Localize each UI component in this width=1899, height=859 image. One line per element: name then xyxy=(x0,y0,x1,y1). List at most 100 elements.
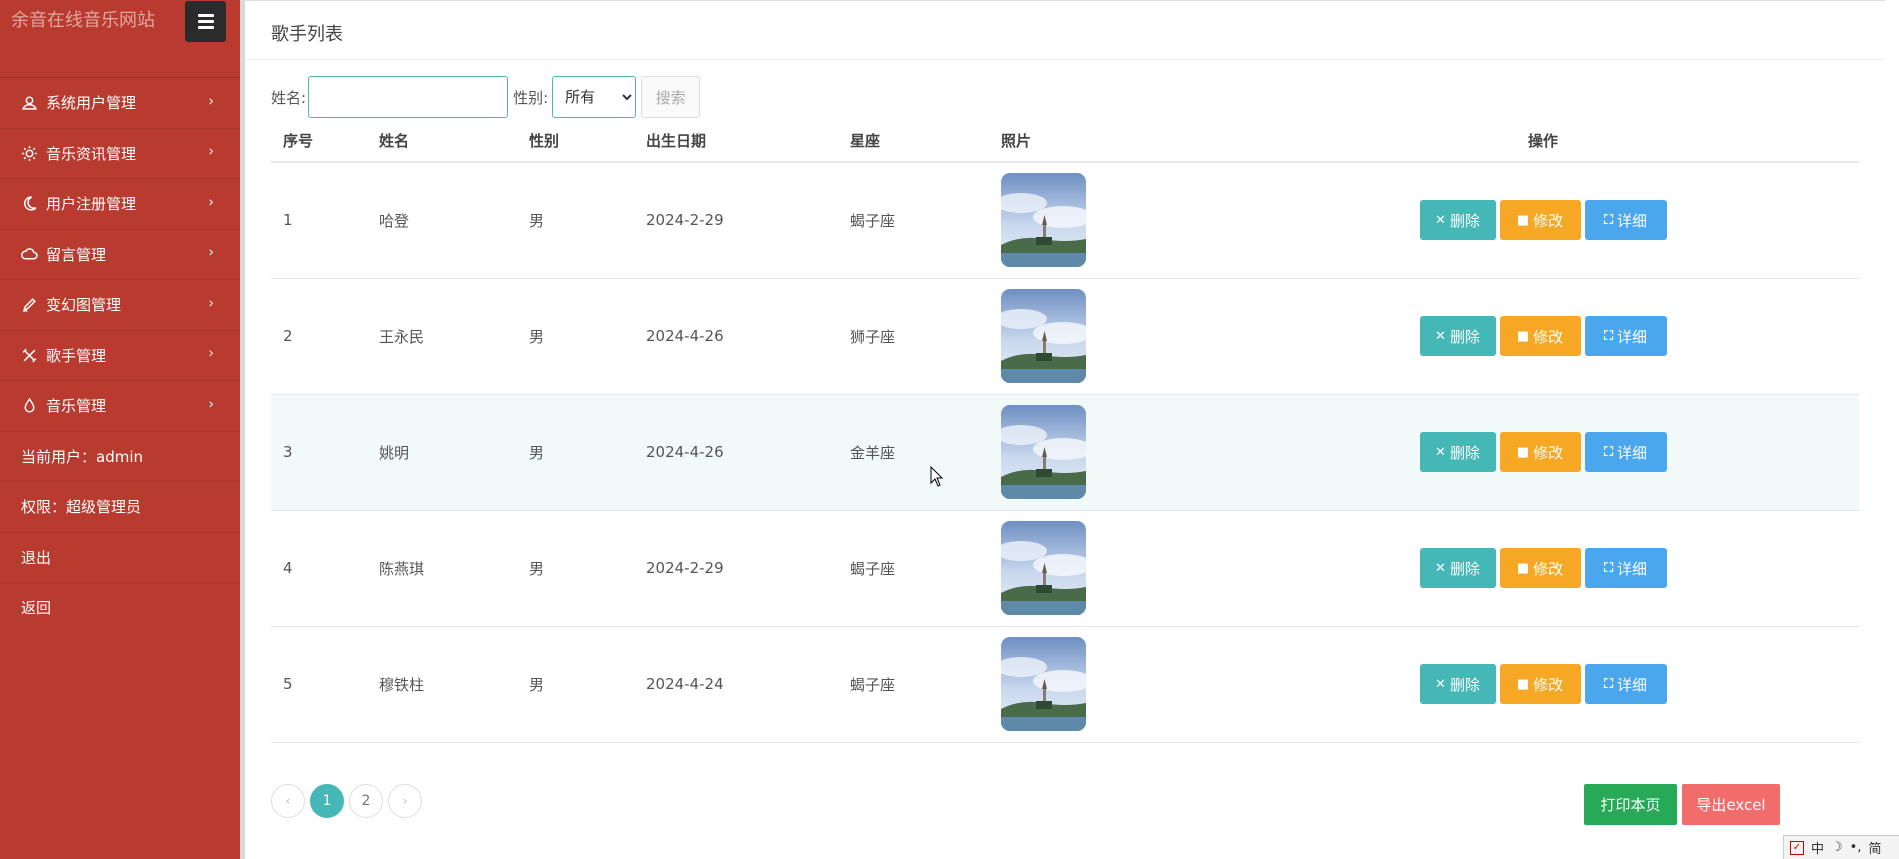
delete-label: 删除 xyxy=(1449,443,1480,462)
cell-sex: 男 xyxy=(517,162,634,279)
close-icon: ✕ xyxy=(1435,444,1446,460)
cell-actions: ✕ 删除 ■ 修改 ⛶ 详细 xyxy=(1227,394,1859,511)
col-header-zodiac: 星座 xyxy=(838,120,989,163)
menu-toggle-button[interactable] xyxy=(185,1,226,42)
table-row: 1 哈登男 2024-2-29 蝎子座 ✕ 删除 ■ 修改 ⛶ 详细 xyxy=(271,162,1859,279)
table-row: 4 陈燕琪男 2024-2-29 蝎子座 ✕ 删除 ■ 修改 ⛶ 详细 xyxy=(271,510,1859,627)
cell-actions: ✕ 删除 ■ 修改 ⛶ 详细 xyxy=(1227,626,1859,743)
cell-actions: ✕ 删除 ■ 修改 ⛶ 详细 xyxy=(1227,278,1859,395)
search-button[interactable]: 搜索 xyxy=(641,76,701,118)
singer-photo[interactable] xyxy=(1001,289,1086,383)
detail-button[interactable]: ⛶ 详细 xyxy=(1584,664,1667,704)
sidebar-item-label: 音乐管理 xyxy=(46,397,107,416)
trash-icon: ■ xyxy=(1516,444,1530,460)
back-link[interactable]: 返回 xyxy=(0,582,240,633)
prev-page-button[interactable]: ‹ xyxy=(271,784,305,818)
edit-button[interactable]: ■ 修改 xyxy=(1499,200,1581,241)
name-search-input[interactable] xyxy=(308,76,509,118)
ime-punct-icon: •, xyxy=(1849,840,1862,855)
cell-actions: ✕ 删除 ■ 修改 ⛶ 详细 xyxy=(1227,162,1859,279)
chevron-right-icon: › xyxy=(208,194,214,211)
sidebar-item-label: 变幻图管理 xyxy=(46,296,122,315)
cell-photo xyxy=(989,162,1227,279)
sidebar-item-system-users[interactable]: 系统用户管理 › xyxy=(0,77,240,128)
cell-birth: 2024-4-24 xyxy=(634,626,838,743)
delete-button[interactable]: ✕ 删除 xyxy=(1419,664,1496,704)
singer-photo[interactable] xyxy=(1001,173,1086,268)
drop-icon xyxy=(20,397,38,415)
cell-sex: 男 xyxy=(517,510,634,627)
table-row: 3 姚明男 2024-4-26 金羊座 ✕ 删除 ■ 修改 ⛶ 详细 xyxy=(271,394,1859,511)
next-page-button[interactable]: › xyxy=(388,784,422,818)
col-header-name: 姓名 xyxy=(367,120,517,163)
sidebar-item-music-news[interactable]: 音乐资讯管理 › xyxy=(0,127,240,179)
export-excel-button[interactable]: 导出excel xyxy=(1682,784,1780,825)
delete-label: 删除 xyxy=(1449,211,1480,230)
sidebar-item-carousel[interactable]: 变幻图管理 › xyxy=(0,279,240,330)
sidebar-item-user-registration[interactable]: 用户注册管理 › xyxy=(0,178,240,229)
main-panel: 歌手列表 姓名: 性别: 所有 搜索 序号 姓名 性别 出生日期 星座 照片 操… xyxy=(245,0,1885,859)
edit-button[interactable]: ■ 修改 xyxy=(1499,432,1581,472)
cell-no: 5 xyxy=(271,626,367,743)
search-bar: 姓名: 性别: 所有 搜索 xyxy=(271,76,701,118)
sex-select[interactable]: 所有 xyxy=(552,76,637,118)
sidebar-item-music[interactable]: 音乐管理 › xyxy=(0,380,240,431)
tools-icon xyxy=(20,346,38,364)
name-label: 姓名: xyxy=(271,88,307,107)
sidebar-menu: 系统用户管理 › 音乐资讯管理 › 用户注册管理 › 留言管理 › 变幻图管理 … xyxy=(0,77,240,633)
page-button-1[interactable]: 1 xyxy=(310,784,344,818)
singer-photo[interactable] xyxy=(1001,521,1086,615)
expand-icon: ⛶ xyxy=(1603,560,1614,576)
edit-label: 修改 xyxy=(1533,211,1564,230)
close-icon: ✕ xyxy=(1435,212,1446,228)
detail-button[interactable]: ⛶ 详细 xyxy=(1584,316,1667,356)
delete-button[interactable]: ✕ 删除 xyxy=(1419,200,1496,241)
cell-zodiac: 狮子座 xyxy=(838,278,989,395)
sidebar-item-singers[interactable]: 歌手管理 › xyxy=(0,329,240,381)
delete-button[interactable]: ✕ 删除 xyxy=(1419,432,1496,472)
cell-birth: 2024-2-29 xyxy=(634,510,838,627)
chevron-right-icon: › xyxy=(208,396,214,413)
ime-lang[interactable]: 中 xyxy=(1811,838,1824,857)
edit-label: 修改 xyxy=(1533,327,1564,346)
delete-label: 删除 xyxy=(1449,675,1480,694)
delete-button[interactable]: ✕ 删除 xyxy=(1419,316,1496,356)
ime-mode[interactable]: 简 xyxy=(1868,838,1881,857)
logout-link[interactable]: 退出 xyxy=(0,531,240,583)
sidebar-item-messages[interactable]: 留言管理 › xyxy=(0,228,240,280)
ime-moon-icon: ☽ xyxy=(1831,840,1843,855)
edit-label: 修改 xyxy=(1533,675,1564,694)
detail-button[interactable]: ⛶ 详细 xyxy=(1584,432,1667,472)
col-header-photo: 照片 xyxy=(989,120,1227,163)
cell-birth: 2024-4-26 xyxy=(634,394,838,511)
cell-no: 3 xyxy=(271,394,367,511)
detail-label: 详细 xyxy=(1617,211,1648,230)
cell-photo xyxy=(989,394,1227,511)
page-button-2[interactable]: 2 xyxy=(349,784,383,818)
cell-zodiac: 蝎子座 xyxy=(838,162,989,279)
expand-icon: ⛶ xyxy=(1603,444,1614,460)
edit-button[interactable]: ■ 修改 xyxy=(1499,664,1581,704)
user-icon xyxy=(20,94,38,112)
edit-button[interactable]: ■ 修改 xyxy=(1499,316,1581,356)
cell-name: 穆铁柱 xyxy=(367,626,517,743)
singer-photo[interactable] xyxy=(1001,637,1086,731)
detail-button[interactable]: ⛶ 详细 xyxy=(1584,200,1667,241)
mouse-cursor-icon xyxy=(930,466,944,487)
edit-button[interactable]: ■ 修改 xyxy=(1499,548,1581,588)
delete-label: 删除 xyxy=(1449,559,1480,578)
detail-button[interactable]: ⛶ 详细 xyxy=(1584,548,1667,588)
cell-sex: 男 xyxy=(517,394,634,511)
cell-zodiac: 蝎子座 xyxy=(838,626,989,743)
print-page-button[interactable]: 打印本页 xyxy=(1584,784,1677,825)
delete-button[interactable]: ✕ 删除 xyxy=(1419,548,1496,588)
detail-label: 详细 xyxy=(1617,443,1648,462)
cell-name: 姚明 xyxy=(367,394,517,511)
trash-icon: ■ xyxy=(1516,676,1530,692)
sidebar-item-label: 音乐资讯管理 xyxy=(46,144,137,163)
cell-name: 王永民 xyxy=(367,278,517,395)
edit-label: 修改 xyxy=(1533,443,1564,462)
table-header-row: 序号 姓名 性别 出生日期 星座 照片 操作 xyxy=(271,120,1859,163)
cell-sex: 男 xyxy=(517,278,634,395)
singer-photo[interactable] xyxy=(1001,405,1086,499)
